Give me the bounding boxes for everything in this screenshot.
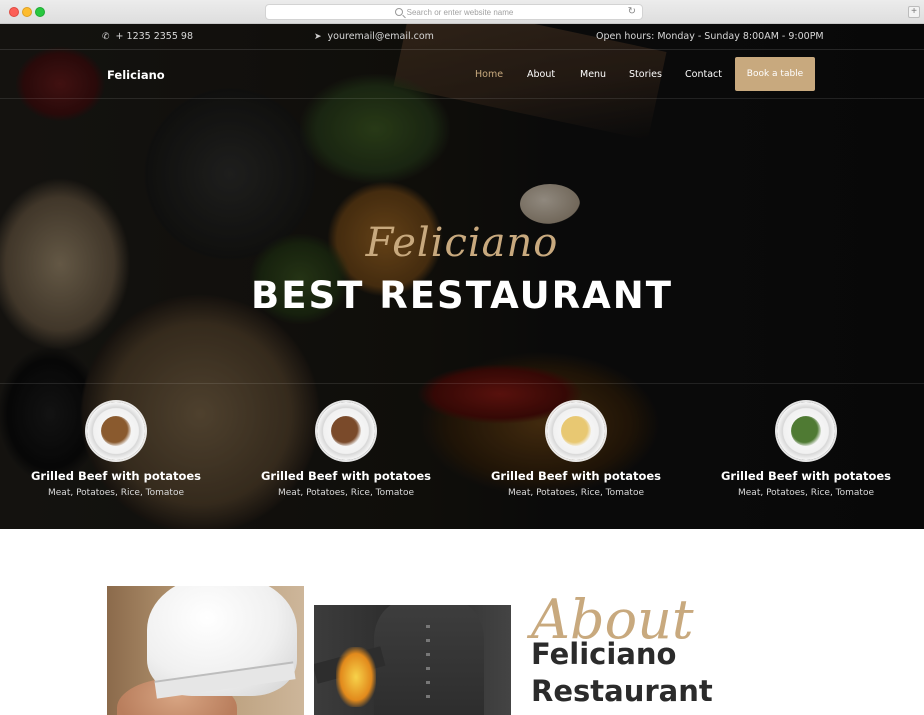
jacket-buttons [426, 625, 430, 705]
brand-logo[interactable]: Feliciano [107, 68, 165, 82]
nav-stories[interactable]: Stories [629, 69, 662, 80]
main-navbar: Feliciano Home About Menu Stories Contac… [0, 51, 924, 99]
browser-window: Search or enter website name ↻ + ✆ + 123… [0, 0, 924, 715]
book-table-button[interactable]: Book a table [735, 57, 815, 91]
contact-topbar: ✆ + 1235 2355 98 ➤ youremail@email.com O… [0, 24, 924, 50]
dish-image [777, 402, 835, 460]
dish-name: Grilled Beef with potatoes [260, 469, 432, 483]
search-icon [394, 8, 403, 16]
dish-name: Grilled Beef with potatoes [720, 469, 892, 483]
open-hours-text: Open hours: Monday - Sunday 8:00AM - 9:0… [596, 31, 824, 42]
zoom-window-button[interactable] [35, 7, 45, 17]
dish-card[interactable]: Grilled Beef with potatoes Meat, Potatoe… [16, 402, 216, 498]
nav-about[interactable]: About [527, 69, 555, 80]
dish-ingredients: Meat, Potatoes, Rice, Tomatoe [278, 488, 414, 498]
hero-section: ✆ + 1235 2355 98 ➤ youremail@email.com O… [0, 24, 924, 529]
topbar-phone[interactable]: ✆ + 1235 2355 98 [102, 31, 193, 42]
about-section: About Feliciano Restaurant [0, 529, 924, 715]
about-heading-line-1: Feliciano [531, 637, 677, 671]
dish-food [101, 416, 131, 446]
topbar-email[interactable]: ➤ youremail@email.com [314, 31, 434, 42]
new-tab-button[interactable]: + [908, 6, 920, 18]
dish-name: Grilled Beef with potatoes [30, 469, 202, 483]
nav-contact[interactable]: Contact [685, 69, 722, 80]
hero-divider [0, 383, 924, 384]
reload-icon[interactable]: ↻ [628, 6, 636, 17]
nav-home[interactable]: Home [475, 69, 503, 80]
dish-card[interactable]: Grilled Beef with potatoes Meat, Potatoe… [246, 402, 446, 498]
pan-flame [336, 647, 376, 707]
dish-image [87, 402, 145, 460]
about-heading-line-2: Restaurant [531, 674, 713, 708]
paper-plane-icon: ➤ [314, 31, 322, 42]
chef-photo [107, 586, 304, 715]
hero-script-title: Feliciano [365, 220, 559, 266]
hero-title: BEST RESTAURANT [251, 274, 673, 317]
phone-icon: ✆ [102, 31, 110, 42]
topbar-hours: Open hours: Monday - Sunday 8:00AM - 9:0… [596, 31, 824, 42]
dish-ingredients: Meat, Potatoes, Rice, Tomatoe [738, 488, 874, 498]
dish-ingredients: Meat, Potatoes, Rice, Tomatoe [48, 488, 184, 498]
cooking-photo [314, 605, 511, 715]
dish-food [331, 416, 361, 446]
dish-name: Grilled Beef with potatoes [490, 469, 662, 483]
phone-number: + 1235 2355 98 [115, 31, 194, 42]
dish-ingredients: Meat, Potatoes, Rice, Tomatoe [508, 488, 644, 498]
dish-food [561, 416, 591, 446]
close-window-button[interactable] [9, 7, 19, 17]
dish-card[interactable]: Grilled Beef with potatoes Meat, Potatoe… [706, 402, 906, 498]
dish-food [791, 416, 821, 446]
browser-toolbar: Search or enter website name ↻ + [0, 0, 924, 24]
dish-card[interactable]: Grilled Beef with potatoes Meat, Potatoe… [476, 402, 676, 498]
address-placeholder: Search or enter website name [406, 7, 514, 17]
dish-image [317, 402, 375, 460]
address-bar[interactable]: Search or enter website name ↻ [265, 4, 643, 20]
nav-menu[interactable]: Menu [580, 69, 606, 80]
dish-image [547, 402, 605, 460]
minimize-window-button[interactable] [22, 7, 32, 17]
about-heading: Feliciano Restaurant [531, 636, 831, 710]
email-address: youremail@email.com [327, 31, 434, 42]
